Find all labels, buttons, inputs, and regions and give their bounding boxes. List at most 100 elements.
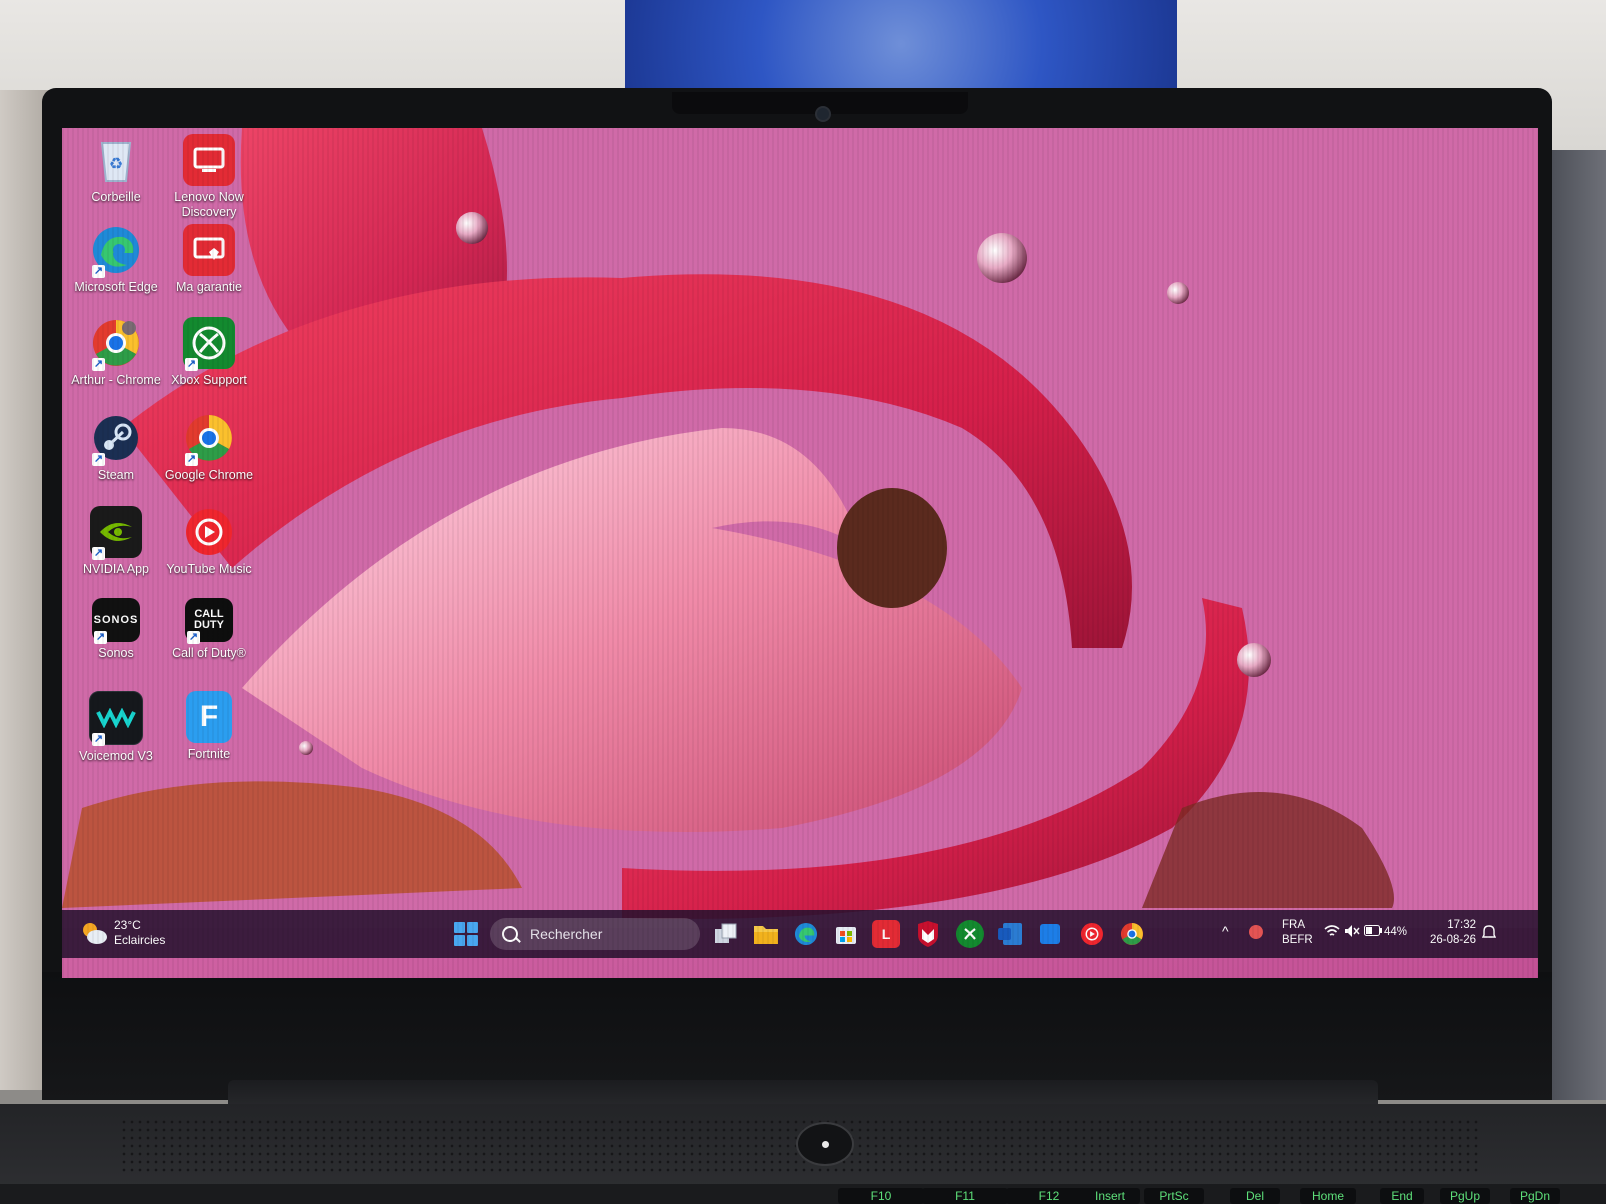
desktop-icon-voicemod[interactable]: ↗ Voicemod V3 (69, 691, 163, 764)
desktop-icon-label: Ma garantie (175, 280, 242, 294)
tray-app-icon[interactable] (1248, 924, 1264, 945)
desktop-icon-label: Corbeille (91, 190, 141, 204)
shortcut-arrow-icon: ↗ (92, 547, 105, 560)
call-of-duty-logo-text: CALL DUTY (194, 608, 224, 631)
key-f11[interactable]: F11 (922, 1188, 1008, 1204)
shortcut-arrow-icon: ↗ (92, 733, 105, 746)
mcafee-icon[interactable] (914, 920, 942, 948)
key-prtsc[interactable]: PrtSc (1144, 1188, 1204, 1204)
desktop-icon-youtube-music[interactable]: YouTube Music (162, 506, 256, 577)
desktop-icon-steam[interactable]: ↗ Steam (69, 412, 163, 483)
desktop-icon-label: Lenovo Now Discovery (174, 190, 244, 219)
desktop-icon-ma-garantie[interactable]: Ma garantie (162, 224, 256, 295)
shortcut-arrow-icon: ↗ (94, 631, 107, 644)
key-insert[interactable]: Insert (1080, 1188, 1140, 1204)
keyboard-top-row (0, 1184, 1606, 1204)
microsoft-store-icon[interactable] (832, 920, 860, 948)
task-view-icon[interactable] (712, 920, 740, 948)
weather-widget[interactable]: 23°C Eclaircies (80, 918, 165, 948)
taskbar: 23°C Eclaircies Rechercher L ^ FRA BEFR … (62, 910, 1538, 958)
voicemod-icon: ↗ (89, 691, 143, 746)
shortcut-arrow-icon: ↗ (185, 358, 198, 371)
steam-icon: ↗ (90, 412, 142, 466)
windows-start-icon[interactable] (454, 922, 478, 946)
room-right (1546, 150, 1606, 1100)
desktop-icon-label: YouTube Music (166, 562, 252, 576)
desktop-icon-label: Call of Duty® (172, 646, 246, 660)
webcam-icon (815, 106, 831, 122)
battery-percentage: 44% (1384, 926, 1408, 938)
weather-condition: Eclaircies (114, 933, 166, 947)
chrome-icon: ↗ (183, 412, 235, 466)
chrome-profile-icon: ↗ (90, 317, 142, 371)
file-explorer-icon[interactable] (752, 920, 780, 948)
desktop-icon-arthur-chrome[interactable]: ↗ Arthur - Chrome (69, 317, 163, 388)
battery-icon[interactable] (1364, 925, 1382, 941)
weather-temperature: 23°C (114, 918, 141, 932)
youtube-music-icon (183, 506, 235, 558)
edge-icon: ↗ (90, 224, 142, 278)
lenovo-now-icon (183, 134, 235, 186)
wallpaper (62, 128, 1538, 928)
shortcut-arrow-icon: ↗ (187, 631, 200, 644)
desktop-icon-recycle-bin[interactable]: ♻ Corbeille (69, 134, 163, 205)
youtube-music-taskbar-icon[interactable] (1078, 920, 1106, 948)
desktop-icon-label: Xbox Support (171, 373, 247, 387)
desktop-icon-label: Sonos (98, 646, 134, 660)
desktop-icon-label: Microsoft Edge (74, 280, 158, 294)
desktop-icon-label: Fortnite (187, 747, 231, 761)
fortnite-logo-text: F (199, 700, 219, 733)
call-of-duty-icon: CALL DUTY ↗ (185, 598, 233, 644)
key-pgdn[interactable]: PgDn (1510, 1188, 1560, 1204)
windows-app-icon[interactable] (1036, 920, 1064, 948)
clock[interactable]: 17:32 26-08-26 (1422, 918, 1476, 948)
desktop-icon-fortnite[interactable]: F Fortnite (162, 691, 256, 762)
warranty-icon (183, 224, 235, 276)
taskbar-search[interactable]: Rechercher (490, 918, 700, 950)
search-icon (502, 926, 518, 942)
key-f10[interactable]: F10 (838, 1188, 924, 1204)
key-del[interactable]: Del (1230, 1188, 1280, 1204)
language-code: FRA (1282, 919, 1305, 931)
desktop-icon-nvidia-app[interactable]: ↗ NVIDIA App (69, 506, 163, 577)
desktop-icon-xbox-support[interactable]: ↗ Xbox Support (162, 317, 256, 388)
shortcut-arrow-icon: ↗ (92, 358, 105, 371)
key-end[interactable]: End (1380, 1188, 1424, 1204)
desktop-icon-label: Voicemod V3 (79, 749, 153, 763)
xbox-taskbar-icon[interactable] (956, 920, 984, 948)
svg-text:♻: ♻ (109, 156, 123, 173)
power-button[interactable] (796, 1122, 854, 1166)
desktop-icon-label: NVIDIA App (82, 562, 149, 576)
key-home[interactable]: Home (1300, 1188, 1356, 1204)
chevron-up-icon[interactable]: ^ (1222, 924, 1229, 939)
desktop-icon-call-of-duty[interactable]: CALL DUTY ↗ Call of Duty® (162, 598, 256, 661)
desktop-icon-label: Google Chrome (164, 468, 254, 482)
clock-date: 26-08-26 (1429, 934, 1476, 946)
notification-bell-icon[interactable] (1481, 924, 1497, 945)
clock-time: 17:32 (1447, 919, 1476, 931)
sonos-icon: SONOS ↗ (92, 598, 140, 644)
word-icon[interactable] (996, 920, 1024, 948)
sonos-logo-text: SONOS (93, 614, 139, 626)
shortcut-arrow-icon: ↗ (92, 453, 105, 466)
xbox-icon: ↗ (183, 317, 235, 371)
wifi-icon[interactable] (1324, 924, 1340, 943)
search-placeholder: Rechercher (530, 926, 603, 942)
shortcut-arrow-icon: ↗ (185, 453, 198, 466)
desktop-icon-lenovo-now[interactable]: Lenovo Now Discovery (162, 134, 256, 220)
volume-muted-icon[interactable] (1344, 924, 1360, 943)
key-pgup[interactable]: PgUp (1440, 1188, 1490, 1204)
shortcut-arrow-icon: ↗ (92, 265, 105, 278)
nvidia-icon: ↗ (90, 506, 142, 560)
edge-taskbar-icon[interactable] (792, 920, 820, 948)
desktop-icon-label: Steam (97, 468, 135, 482)
desktop-icon-microsoft-edge[interactable]: ↗ Microsoft Edge (69, 224, 163, 295)
keyboard-layout: BEFR (1282, 934, 1313, 946)
chrome-taskbar-icon[interactable] (1118, 920, 1146, 948)
fortnite-icon: F (186, 691, 232, 743)
desktop-icon-sonos[interactable]: SONOS ↗ Sonos (69, 598, 163, 661)
laptop-screen: ♻ Corbeille ↗ Microsoft Edge ↗ Arthur - … (62, 128, 1538, 978)
input-language[interactable]: FRA BEFR (1282, 918, 1313, 948)
desktop-icon-google-chrome[interactable]: ↗ Google Chrome (162, 412, 256, 483)
lenovo-vantage-icon[interactable]: L (872, 920, 900, 948)
